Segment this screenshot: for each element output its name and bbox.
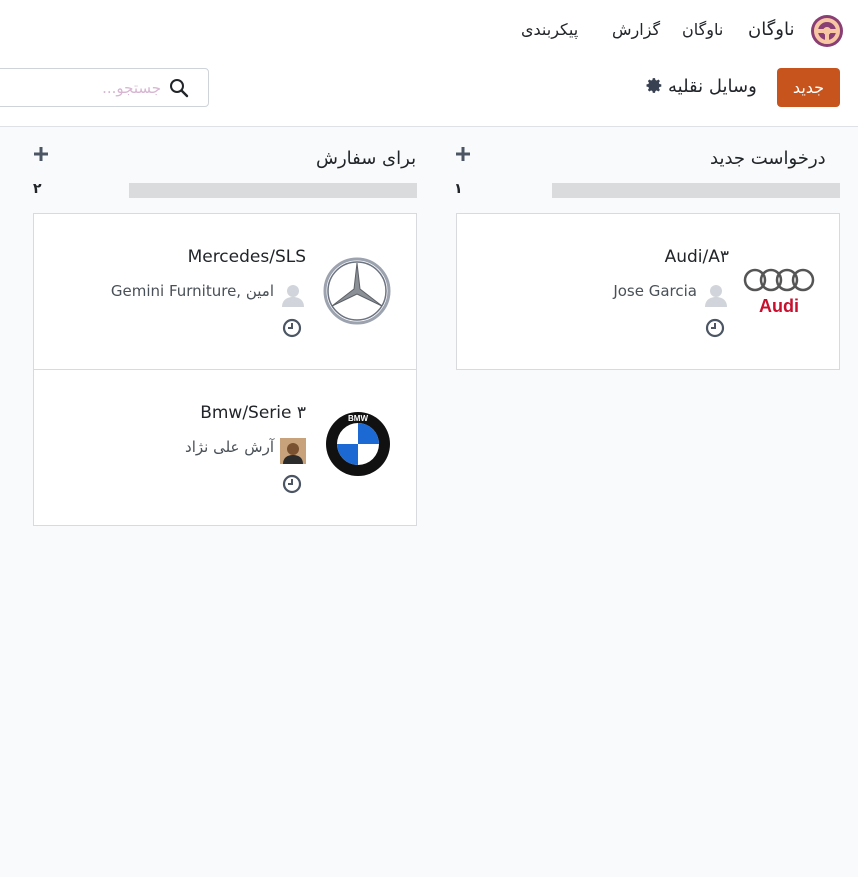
svg-text:Audi: Audi [759, 296, 799, 316]
svg-text:BMW: BMW [348, 414, 368, 423]
gear-icon[interactable] [646, 77, 663, 94]
page-title: وسایل نقلیه [668, 76, 757, 97]
column-title: برای سفارش [316, 148, 417, 169]
top-navbar: ناوگان ناوگان گزارش پیکربندی [0, 0, 858, 62]
plus-icon[interactable] [455, 146, 471, 162]
bmw-logo: BMW [326, 412, 390, 476]
nav-app-name[interactable]: ناوگان [748, 19, 794, 40]
user-placeholder-icon [282, 285, 304, 307]
nav-menu-reporting[interactable]: گزارش [612, 20, 660, 39]
column-progress-bar[interactable] [552, 183, 840, 198]
card-title: Audi/A۳ [664, 247, 729, 267]
card-title: Mercedes/SLS [187, 247, 306, 267]
driver-avatar [280, 438, 306, 464]
control-panel: جدید وسایل نقلیه [0, 62, 858, 127]
plus-icon[interactable] [33, 146, 49, 162]
vehicle-card[interactable]: Mercedes/SLS Gemini Furniture, امین [33, 213, 417, 370]
fleet-app-icon[interactable] [810, 14, 844, 48]
column-count: ۱ [454, 181, 463, 197]
search-input[interactable] [1, 69, 161, 106]
user-placeholder-icon [705, 285, 727, 307]
column-progress-bar[interactable] [129, 183, 417, 198]
vehicle-card[interactable]: BMW Bmw/Serie ۳ آرش علی نژاد [33, 369, 417, 526]
clock-icon[interactable] [282, 318, 302, 338]
new-button[interactable]: جدید [777, 68, 840, 107]
vehicle-card[interactable]: Audi Audi/A۳ Jose Garcia [456, 213, 840, 370]
clock-icon[interactable] [705, 318, 725, 338]
audi-logo: Audi [743, 268, 815, 316]
search-icon[interactable] [169, 78, 189, 98]
card-driver: Jose Garcia [613, 282, 697, 300]
card-title: Bmw/Serie ۳ [200, 403, 306, 423]
column-title: درخواست جدید [710, 148, 826, 169]
nav-menu-configuration[interactable]: پیکربندی [521, 20, 578, 39]
nav-menu-fleet[interactable]: ناوگان [682, 20, 723, 39]
kanban-board: درخواست جدید ۱ Audi Audi/A۳ Jose Garcia [0, 127, 858, 877]
clock-icon[interactable] [282, 474, 302, 494]
column-count: ۲ [33, 181, 42, 197]
search-box [0, 68, 209, 107]
card-driver: آرش علی نژاد [185, 438, 274, 456]
card-driver: Gemini Furniture, امین [110, 282, 274, 300]
mercedes-logo [323, 257, 391, 325]
